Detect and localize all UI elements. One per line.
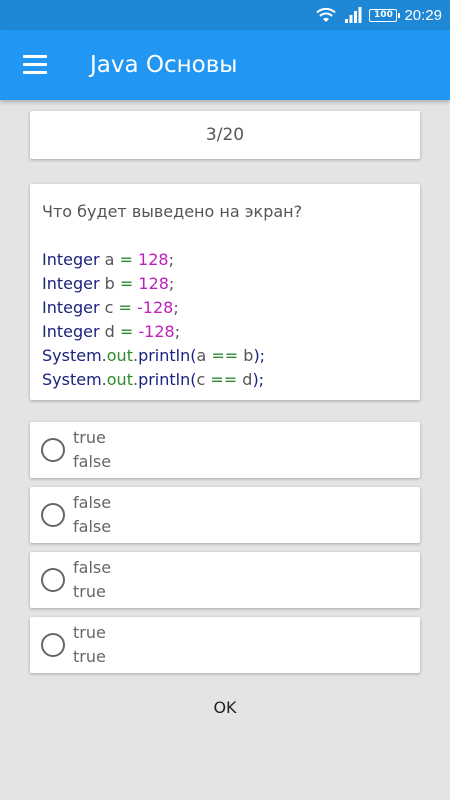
code-variable: a [196,346,212,365]
code-number: -128 [131,298,174,317]
code-line-5: System.out.println(a == b); [42,344,408,368]
code-number: -128 [133,322,175,341]
code-number: 128 [133,274,169,293]
answer-text: false false [73,491,111,539]
code-field: out [106,346,133,365]
code-variable: b [99,274,120,293]
answer-text: true true [73,621,106,669]
answer-line: true [73,647,106,666]
code-operator: = [119,274,134,293]
answer-line: false [73,493,112,512]
status-bar: 100 20:29 [0,0,450,30]
answer-line: false [73,517,112,536]
radio-button-icon[interactable] [41,503,65,527]
answer-option-1[interactable]: true false [30,422,420,478]
code-variable: d [99,322,120,341]
code-close: ); [253,346,266,365]
app-bar: Java Основы [0,30,450,100]
code-variable: a [99,250,120,269]
answer-line: true [73,623,106,642]
answer-option-3[interactable]: false true [30,552,420,608]
code-class: System [42,346,102,365]
answer-line: false [73,558,112,577]
code-variable: d [237,370,253,389]
code-class: System [42,370,102,389]
code-operator: == [211,346,239,365]
code-keyword: Integer [42,322,100,341]
code-operator: = [119,250,133,269]
code-close: ); [252,370,265,389]
status-icons: 100 20:29 [315,0,442,30]
code-semicolon: ; [168,250,174,269]
code-semicolon: ; [174,322,181,341]
status-time: 20:29 [404,6,442,24]
code-variable: c [196,370,211,389]
answer-text: true false [73,426,111,474]
question-card: Что будет выведено на экран? Integer a =… [30,184,420,400]
code-semicolon: ; [173,298,179,317]
code-method: println( [138,370,197,389]
answer-line: false [73,452,112,471]
code-keyword: Integer [42,298,100,317]
code-block: Integer a = 128; Integer b = 128; Intege… [42,248,408,392]
code-variable: c [99,298,119,317]
answer-line: true [73,428,106,447]
progress-card: 3/20 [30,111,420,159]
answer-text: false true [73,556,111,604]
progress-counter: 3/20 [205,125,245,145]
ok-button[interactable]: OK [185,690,265,726]
code-method: println( [138,346,197,365]
code-semicolon: ; [168,274,175,293]
code-field: out [106,370,133,389]
code-variable: b [238,346,254,365]
code-keyword: Integer [42,250,100,269]
code-operator: = [119,322,134,341]
radio-button-icon[interactable] [41,633,65,657]
signal-icon [345,7,362,23]
app-title: Java Основы [90,52,238,78]
code-operator: = [118,298,132,317]
code-line-1: Integer a = 128; [42,248,408,272]
code-line-4: Integer d = -128; [42,320,408,344]
hamburger-menu-icon[interactable] [23,55,49,75]
radio-button-icon[interactable] [41,568,65,592]
radio-button-icon[interactable] [41,438,65,462]
code-operator: == [210,370,238,389]
code-number: 128 [132,250,169,269]
code-line-2: Integer b = 128; [42,272,408,296]
code-line-3: Integer c = -128; [42,296,408,320]
answer-option-4[interactable]: true true [30,617,420,673]
wifi-icon [316,7,337,22]
battery-icon: 100 [369,8,401,22]
answer-line: true [73,582,106,601]
answer-option-2[interactable]: false false [30,487,420,543]
code-keyword: Integer [42,274,100,293]
question-prompt: Что будет выведено на экран? [42,202,303,221]
code-line-6: System.out.println(c == d); [42,368,408,392]
